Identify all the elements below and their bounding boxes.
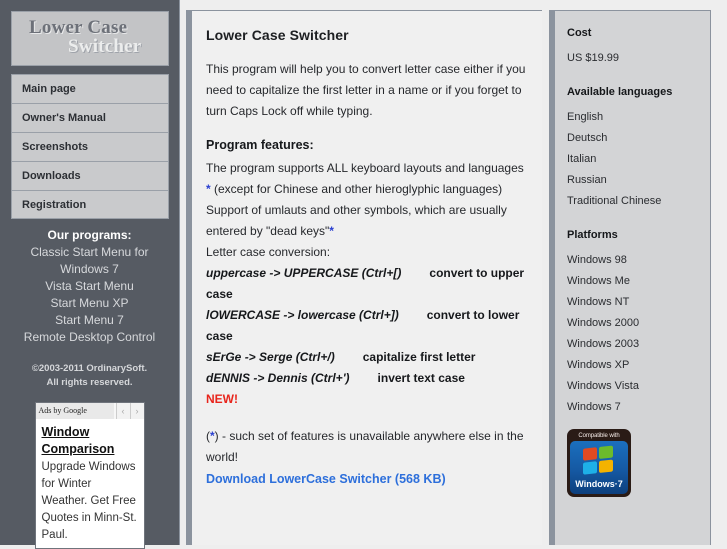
platform-windows-2003: Windows 2003 xyxy=(567,338,640,350)
language-russian: Russian xyxy=(567,174,607,186)
sidebar-item-screenshots[interactable]: Screenshots xyxy=(11,132,169,161)
google-ad-box[interactable]: Ads by Google ‹ › Window Comparison Upgr… xyxy=(34,402,145,549)
page-root: Lower Case Switcher Main page Owner's Ma… xyxy=(0,0,727,549)
ad-next-arrow-icon[interactable]: › xyxy=(129,403,144,419)
platform-windows-me: Windows Me xyxy=(567,275,630,287)
conversion-row: dENNIS -> Dennis (Ctrl+') invert text cas… xyxy=(206,368,528,389)
page-title: Lower Case Switcher xyxy=(206,27,349,43)
ad-body: Window Comparison Upgrade Windows for Wi… xyxy=(36,419,144,548)
program-link-start-menu-xp[interactable]: Start Menu XP xyxy=(0,295,179,312)
program-link-classic-start-menu[interactable]: Classic Start Menu for xyxy=(0,244,179,261)
conversion-row: sErGe -> Serge (Ctrl+/) capitalize first … xyxy=(206,347,528,368)
download-link[interactable]: Download LowerCase Switcher (568 KB) xyxy=(206,469,528,490)
feature-languages-text-a: The program supports ALL keyboard layout… xyxy=(206,161,524,175)
conversion-key: sErGe -> Serge (Ctrl+/) xyxy=(206,350,335,364)
platform-windows-98: Windows 98 xyxy=(567,254,627,266)
cost-heading: Cost xyxy=(567,27,592,39)
copyright-line-2: All rights reserved. xyxy=(46,377,133,388)
platform-windows-7: Windows 7 xyxy=(567,401,621,413)
language-traditional-chinese: Traditional Chinese xyxy=(567,195,662,207)
conversion-key: dENNIS -> Dennis (Ctrl+') xyxy=(206,371,350,385)
flag-quadrant xyxy=(599,459,613,473)
intro-paragraph: This program will help you to convert le… xyxy=(206,62,526,118)
badge-bottom-text: Windows·7 xyxy=(575,479,623,489)
main-content: Lower Case Switcher This program will he… xyxy=(186,10,542,545)
left-sidebar: Lower Case Switcher Main page Owner's Ma… xyxy=(0,0,180,549)
logo-line-2: Switcher xyxy=(68,36,142,57)
windows-logo-icon xyxy=(583,445,615,476)
feature-umlauts-text: Support of umlauts and other symbols, wh… xyxy=(206,203,507,238)
flag-quadrant xyxy=(583,461,597,475)
program-features-heading: Program features: xyxy=(206,138,314,152)
feature-languages: The program supports ALL keyboard layout… xyxy=(206,158,528,200)
conversion-value: capitalize first letter xyxy=(362,350,476,364)
ad-description: Upgrade Windows for Winter Weather. Get … xyxy=(41,461,137,541)
our-programs-heading: Our programs: xyxy=(47,228,132,242)
sidebar-item-downloads[interactable]: Downloads xyxy=(11,161,169,190)
program-link-start-menu-7[interactable]: Start Menu 7 xyxy=(0,312,179,329)
conversion-key: lOWERCASE -> lowercase (Ctrl+]) xyxy=(206,308,399,322)
copyright-block: ©2003-2011 OrdinarySoft. All rights rese… xyxy=(0,362,179,390)
conversion-key: uppercase -> UPPERCASE (Ctrl+[) xyxy=(206,266,402,280)
platform-windows-nt: Windows NT xyxy=(567,296,630,308)
program-link-vista-start-menu[interactable]: Vista Start Menu xyxy=(0,278,179,295)
flag-quadrant xyxy=(583,447,597,461)
program-link-windows-7[interactable]: Windows 7 xyxy=(0,261,179,278)
ads-by-google-label: Ads by Google xyxy=(38,406,87,415)
windows-7-compatible-badge: Compatible with Windows·7 xyxy=(567,429,631,497)
footnote-text: ) - such set of features is unavailable … xyxy=(206,429,524,464)
sidebar-item-owners-manual[interactable]: Owner's Manual xyxy=(11,103,169,132)
platform-windows-xp: Windows XP xyxy=(567,359,630,371)
conversion-value: invert text case xyxy=(377,371,465,385)
language-deutsch: Deutsch xyxy=(567,132,608,144)
copyright-line-1: ©2003-2011 OrdinarySoft. xyxy=(31,363,148,374)
footnote: (*) - such set of features is unavailabl… xyxy=(206,426,528,468)
program-link-remote-desktop-control[interactable]: Remote Desktop Control xyxy=(0,329,179,346)
cost-value: US $19.99 xyxy=(567,52,619,64)
platforms-heading: Platforms xyxy=(567,229,618,241)
available-languages-heading: Available languages xyxy=(567,86,673,98)
sidebar-item-registration[interactable]: Registration xyxy=(11,190,169,219)
flag-quadrant xyxy=(599,445,613,459)
new-badge: NEW! xyxy=(206,392,238,406)
asterisk-marker-icon: * xyxy=(329,224,334,238)
conversion-label: Letter case conversion: xyxy=(206,245,331,259)
conversion-row: uppercase -> UPPERCASE (Ctrl+[) convert t… xyxy=(206,263,528,305)
conversion-row: lOWERCASE -> lowercase (Ctrl+]) convert t… xyxy=(206,305,528,347)
ad-title-link[interactable]: Window Comparison xyxy=(42,424,139,458)
ad-header: Ads by Google ‹ › xyxy=(35,403,144,419)
feature-languages-text-b: (except for Chinese and other hieroglyph… xyxy=(210,182,503,196)
platform-windows-2000: Windows 2000 xyxy=(567,317,640,329)
right-sidebar: Cost US $19.99 Available languages Engli… xyxy=(549,10,711,545)
badge-panel: Windows·7 xyxy=(570,441,628,494)
sidebar-item-main-page[interactable]: Main page xyxy=(11,74,169,103)
language-italian: Italian xyxy=(567,153,597,165)
language-english: English xyxy=(567,111,604,123)
feature-umlauts: Support of umlauts and other symbols, wh… xyxy=(206,200,528,242)
main-navigation: Main page Owner's Manual Screenshots Dow… xyxy=(11,74,169,219)
our-programs-section: Our programs: Classic Start Menu for Win… xyxy=(0,228,179,346)
site-logo[interactable]: Lower Case Switcher xyxy=(11,11,169,66)
ad-prev-arrow-icon[interactable]: ‹ xyxy=(115,403,130,419)
platform-windows-vista: Windows Vista xyxy=(567,380,639,392)
